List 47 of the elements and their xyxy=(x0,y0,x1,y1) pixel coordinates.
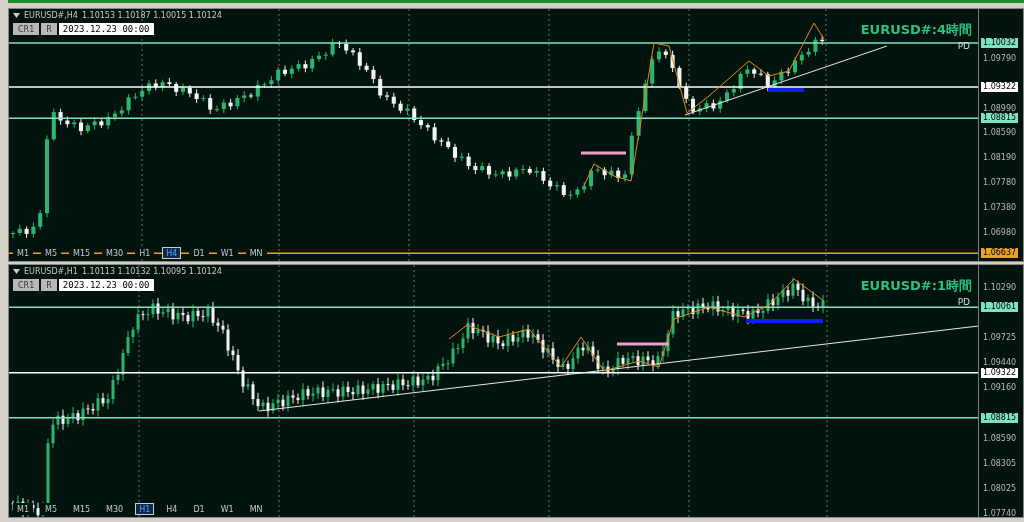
price-tick: 1.09160 xyxy=(983,382,1017,392)
price-tick: 1.08190 xyxy=(983,152,1017,162)
quote-text: 1.10113 1.10132 1.10095 1.10124 xyxy=(81,267,222,276)
quote-text: 1.10153 1.10187 1.10015 1.10124 xyxy=(81,11,222,20)
symbol-label: EURUSD#,H1 xyxy=(24,267,78,276)
price-level-label: 1.08815 xyxy=(981,412,1019,423)
price-tick: 1.07380 xyxy=(983,202,1017,212)
price-level-label: 1.09322 xyxy=(981,81,1019,92)
price-tick: 1.07740 xyxy=(983,508,1017,518)
price-level-label: 1.06637 xyxy=(981,248,1019,259)
price-level-label: 1.08815 xyxy=(981,113,1019,124)
symbol-label: EURUSD#,H4 xyxy=(24,11,78,20)
toolbar-button[interactable]: CR1 xyxy=(13,23,40,35)
chart-title: EURUSD#:4時間 xyxy=(860,21,972,39)
price-level-label: 1.10061 xyxy=(981,302,1019,313)
price-tick: 1.06980 xyxy=(983,227,1017,237)
price-tick: 1.08590 xyxy=(983,433,1017,443)
price-tick: 1.08025 xyxy=(983,483,1017,493)
timeframe-button[interactable]: W1 xyxy=(216,247,238,259)
toolbar-button[interactable]: R xyxy=(41,23,57,35)
timeframe-button[interactable]: H4 xyxy=(162,247,182,259)
chart-title: EURUSD#:1時間 xyxy=(860,277,972,295)
toolbar-button[interactable]: R xyxy=(41,279,57,291)
price-tick: 1.09440 xyxy=(983,357,1017,367)
price-level-label: 1.09322 xyxy=(981,367,1019,378)
timeframe-button[interactable]: M1 xyxy=(13,503,33,515)
timeframe-button[interactable]: MN xyxy=(245,247,267,259)
indicator-label: PD xyxy=(957,41,970,51)
timeframe-button[interactable]: M15 xyxy=(69,247,95,259)
timeframe-button[interactable]: D1 xyxy=(189,247,209,259)
price-tick: 1.09790 xyxy=(983,53,1017,63)
price-tick: 1.10290 xyxy=(983,282,1017,292)
price-tick: 1.09725 xyxy=(983,332,1017,342)
date-field[interactable]: 2023.12.23 00:00 xyxy=(58,279,154,291)
timeframe-button[interactable]: M30 xyxy=(102,247,128,259)
price-level-label: 1.10032 xyxy=(981,38,1019,48)
timeframe-button[interactable]: H1 xyxy=(135,503,155,515)
price-tick: 1.07780 xyxy=(983,177,1017,187)
indicator-label: PD xyxy=(957,297,970,307)
price-tick: 1.08590 xyxy=(983,127,1017,137)
date-field[interactable]: 2023.12.23 00:00 xyxy=(58,23,154,35)
price-tick: 1.08990 xyxy=(983,103,1017,113)
timeframe-button[interactable]: M1 xyxy=(13,247,33,259)
timeframe-button[interactable]: H1 xyxy=(135,247,155,259)
timeframe-button[interactable]: M5 xyxy=(41,247,61,259)
toolbar-button[interactable]: CR1 xyxy=(13,279,40,291)
price-tick: 1.08305 xyxy=(983,458,1017,468)
